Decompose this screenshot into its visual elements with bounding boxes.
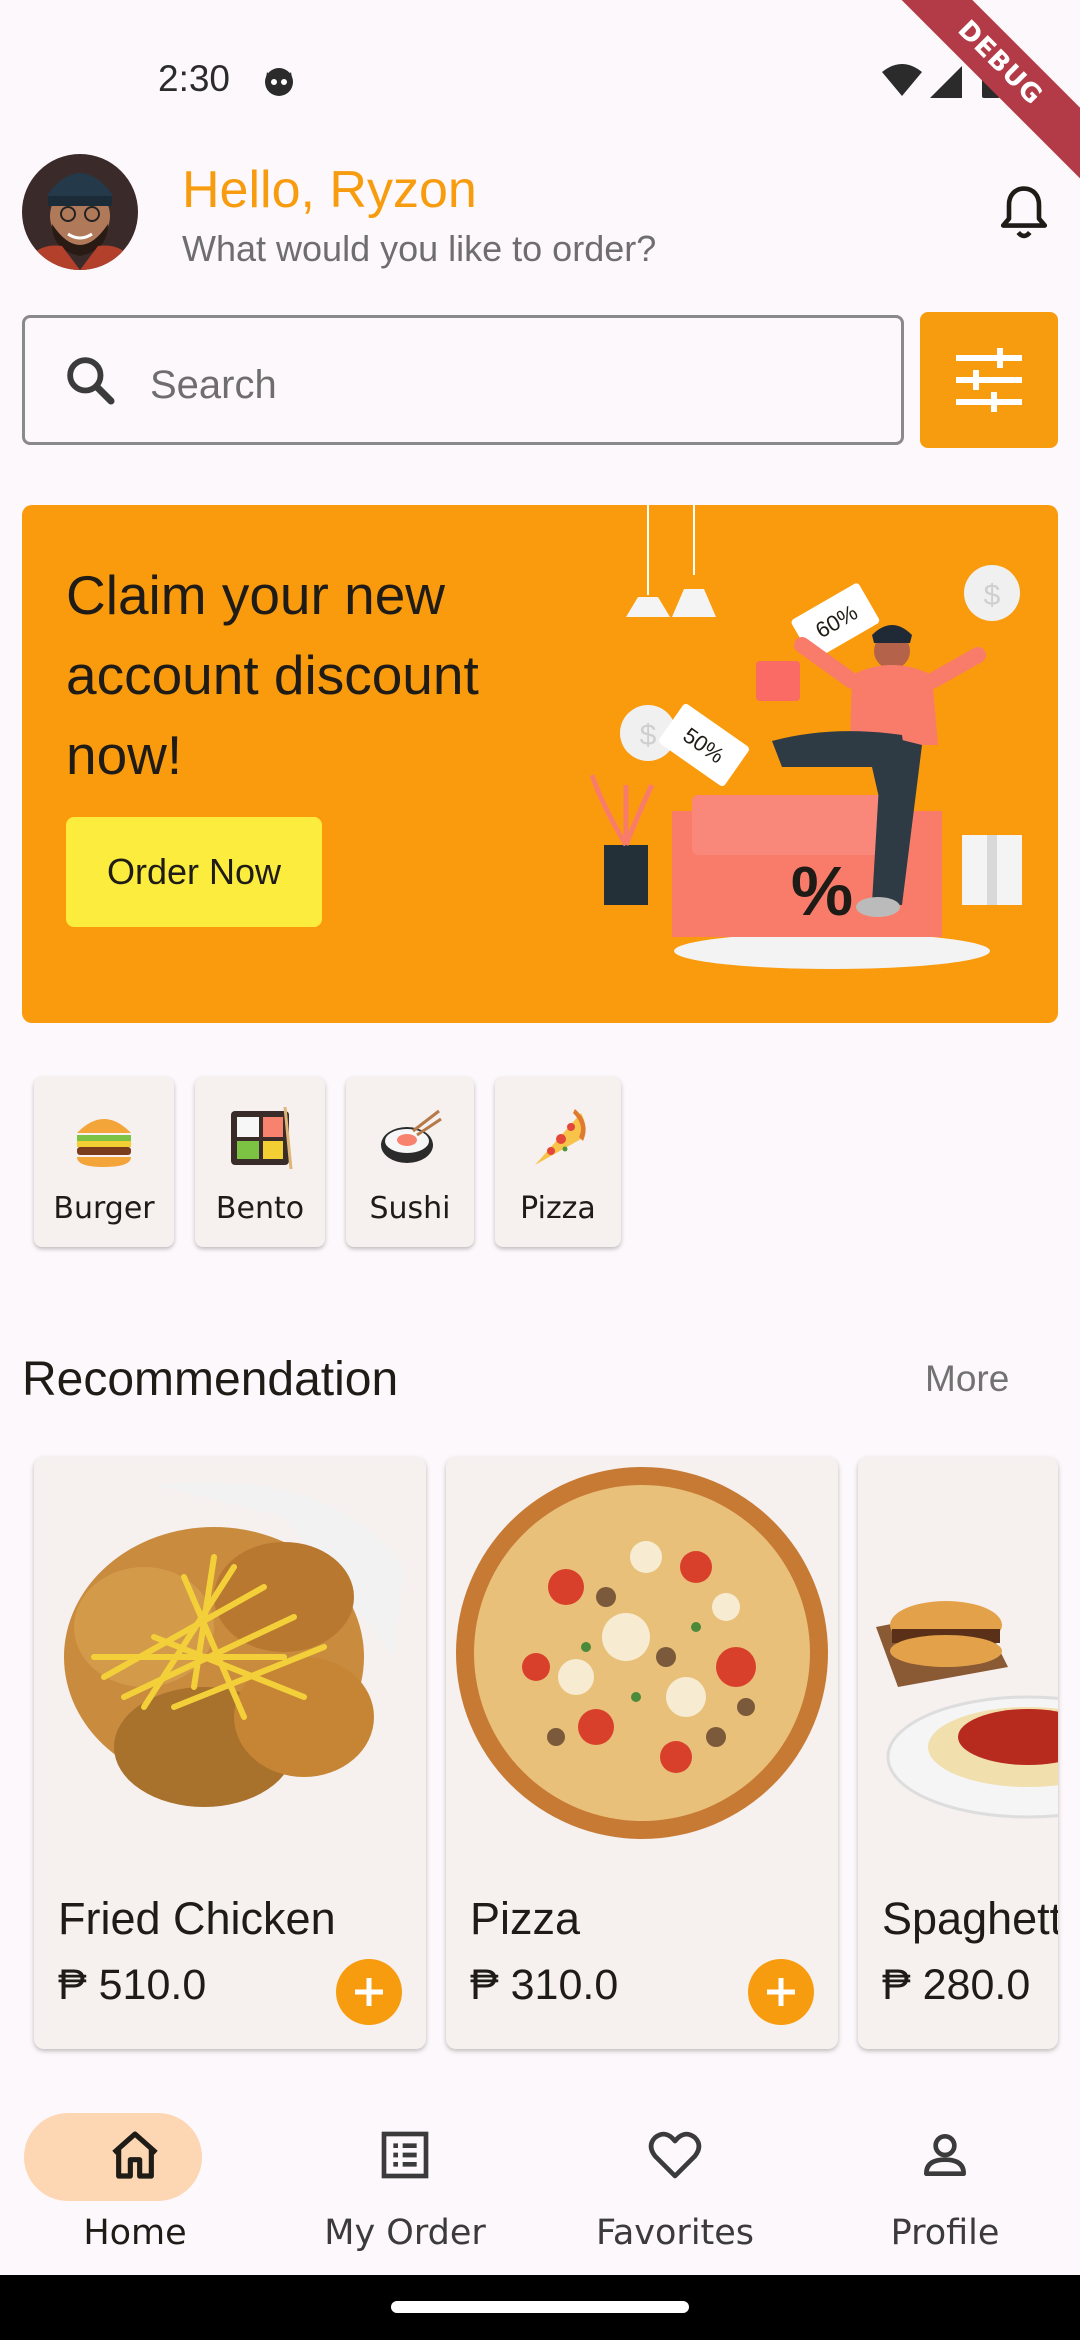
category-label: Pizza — [520, 1191, 596, 1226]
signal-icon — [930, 66, 962, 98]
category-label: Sushi — [369, 1191, 451, 1226]
food-price: ₱ 510.0 — [58, 1961, 207, 2009]
bottom-navigation: Home My Order Favorites Profile — [0, 2095, 1080, 2275]
food-card-fried-chicken[interactable]: Fried Chicken ₱ 510.0 — [34, 1457, 426, 2049]
promo-banner: Claim your new account discount now! Ord… — [22, 505, 1058, 1023]
bento-icon — [231, 1106, 293, 1170]
heart-icon — [648, 2131, 702, 2179]
recommendation-title: Recommendation — [22, 1353, 399, 1406]
hanging-lamp-icon — [626, 505, 716, 617]
add-to-cart-button[interactable] — [336, 1959, 402, 2025]
filter-button[interactable] — [920, 312, 1058, 448]
food-card-spaghetti[interactable]: Spaghetti ₱ 280.0 — [858, 1457, 1058, 2049]
plus-icon — [355, 1978, 383, 2006]
food-name: Spaghetti — [882, 1893, 1058, 1944]
spaghetti-image — [876, 1601, 1058, 1819]
svg-text:$: $ — [984, 579, 1001, 612]
svg-text:$: $ — [640, 719, 657, 752]
sliders-icon — [956, 348, 1022, 412]
pizza-icon — [535, 1109, 586, 1165]
greeting: Hello, Ryzon — [182, 161, 477, 219]
order-list-icon — [381, 2131, 429, 2179]
fried-chicken-image — [64, 1482, 404, 1807]
food-price: ₱ 280.0 — [882, 1961, 1031, 2009]
category-burger[interactable]: Burger — [34, 1077, 174, 1247]
nav-profile[interactable]: Profile — [810, 2095, 1080, 2275]
food-name: Fried Chicken — [58, 1893, 336, 1944]
person-icon — [924, 2134, 966, 2176]
category-pizza[interactable]: Pizza — [495, 1077, 621, 1247]
nav-label: My Order — [324, 2213, 486, 2253]
nav-label: Profile — [890, 2213, 1000, 2253]
more-link[interactable]: More — [925, 1358, 1009, 1400]
food-name: Pizza — [470, 1893, 581, 1944]
sushi-icon — [381, 1109, 442, 1163]
nav-home[interactable]: Home — [0, 2095, 270, 2275]
add-to-cart-button[interactable] — [748, 1959, 814, 2025]
avatar[interactable] — [22, 154, 138, 270]
category-label: Bento — [215, 1191, 305, 1226]
nav-label: Favorites — [595, 2213, 755, 2253]
nav-label: Home — [83, 2213, 187, 2253]
burger-icon — [77, 1119, 131, 1167]
nav-my-order[interactable]: My Order — [270, 2095, 540, 2275]
discount-illustration: $ $ % 60% 50% — [589, 505, 1022, 969]
notification-bell-icon[interactable] — [996, 184, 1052, 244]
banner-title: Claim your new account discount now! — [66, 564, 479, 786]
nav-favorites[interactable]: Favorites — [540, 2095, 810, 2275]
wifi-icon — [882, 64, 922, 96]
home-gesture-handle[interactable] — [391, 2301, 689, 2313]
category-label: Burger — [53, 1191, 155, 1226]
category-bento[interactable]: Bento — [195, 1077, 325, 1247]
food-card-pizza[interactable]: Pizza ₱ 310.0 — [446, 1457, 838, 2049]
home-icon — [112, 2131, 158, 2179]
category-sushi[interactable]: Sushi — [346, 1077, 474, 1247]
search-icon — [67, 357, 115, 405]
search-input[interactable] — [150, 355, 850, 415]
food-price: ₱ 310.0 — [470, 1961, 619, 2009]
plus-icon — [767, 1978, 795, 2006]
percent-symbol: % — [791, 852, 853, 930]
status-time: 2:30 — [158, 58, 231, 99]
cat-face-icon — [265, 68, 293, 96]
greeting-subtitle: What would you like to order? — [182, 228, 657, 269]
order-now-button[interactable]: Order Now — [66, 817, 322, 927]
pizza-image — [456, 1467, 828, 1839]
